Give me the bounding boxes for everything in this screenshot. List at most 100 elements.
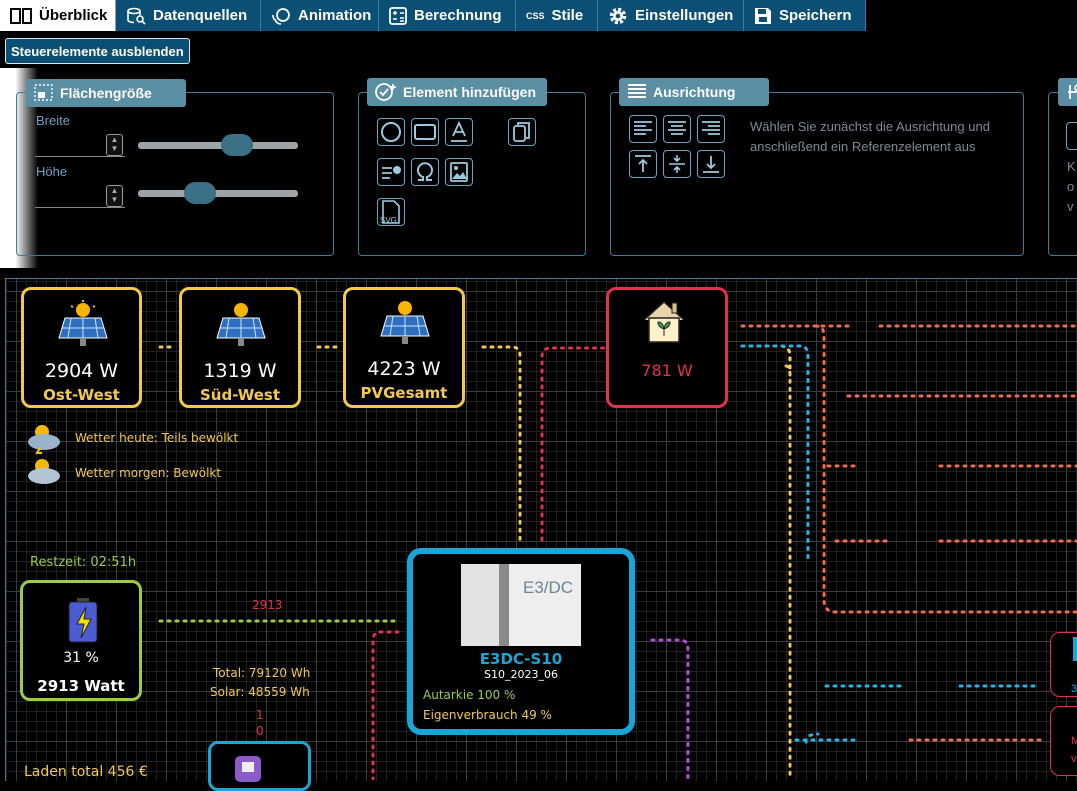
align-top-button[interactable] <box>629 150 657 178</box>
panel-title-text: Ausrichtung <box>653 84 736 100</box>
resize-icon <box>34 84 53 101</box>
height-input[interactable]: ▲ ▼ <box>35 185 125 208</box>
counter-a: 1 <box>256 708 264 722</box>
gear-icon <box>609 7 627 24</box>
total-energy: Total: 79120 Wh <box>213 666 311 680</box>
align-center-button[interactable] <box>663 115 691 143</box>
tab-label: Überblick <box>39 7 108 24</box>
toggle-controls-button[interactable]: Steuerelemente ausblenden <box>5 38 190 64</box>
align-hint: Wählen Sie zunächst die Ausrichtung und a… <box>750 117 990 157</box>
panel-title-text: Element hinzufügen <box>403 84 536 100</box>
height-slider-thumb[interactable] <box>184 182 217 204</box>
align-panel-title: Ausrichtung <box>619 78 769 106</box>
spin-arrows-icon[interactable]: ▲ ▼ <box>106 134 123 156</box>
weather-tomorrow: Wetter morgen: Bewölkt <box>75 466 222 480</box>
fourth-panel-button[interactable] <box>1066 122 1077 150</box>
tab-label: Datenquellen <box>153 7 248 24</box>
wallbox-card[interactable] <box>208 741 311 791</box>
add-rectangle-button[interactable] <box>411 118 439 146</box>
hint-char: o <box>1067 179 1075 194</box>
add-image-button[interactable] <box>445 158 473 186</box>
add-svg-button[interactable]: SVG <box>377 198 405 226</box>
add-element-title: Element hinzufügen <box>367 78 547 106</box>
right-card-1-text: 3 <box>1071 683 1077 695</box>
pv-card-ost-west[interactable]: 2904 W Ost-West <box>21 287 142 408</box>
height-label: Höhe <box>36 164 68 179</box>
css-icon: CSS <box>526 10 545 21</box>
pv-power-value: 1319 W <box>203 360 277 382</box>
device-model: S10_2023_06 <box>484 668 558 681</box>
device-card[interactable]: E3/DC E3DC-S10 S10_2023_06 Autarkie 100 … <box>407 548 635 735</box>
weather-partly-cloudy-icon <box>28 425 60 454</box>
pv-name: Süd-West <box>199 386 281 404</box>
panel-title-text: Flächengröße <box>60 85 152 101</box>
self-consumption-value: Eigenverbrauch 49 % <box>423 708 552 722</box>
tab-label: Speichern <box>779 7 852 24</box>
align-icon <box>628 84 646 98</box>
svg-label: SVG <box>380 216 397 225</box>
house-card[interactable]: 781 W <box>606 287 728 408</box>
solar-panel-icon <box>58 300 108 346</box>
tab-animation[interactable]: Animation <box>261 0 379 31</box>
house-power-value: 781 W <box>641 361 693 380</box>
counter-b: 0 <box>256 724 264 738</box>
align-right-button[interactable] <box>697 115 725 143</box>
distribute-icon <box>1068 84 1077 99</box>
solar-panel-icon <box>216 303 266 346</box>
tab-label: Stile <box>551 7 584 24</box>
add-symbol-button[interactable] <box>411 158 439 186</box>
copy-icon <box>513 122 530 142</box>
device-image: E3/DC <box>461 564 581 646</box>
pv-power-value: 2904 W <box>44 360 119 382</box>
align-bottom-button[interactable] <box>697 150 725 178</box>
tab-ueberblick[interactable]: Überblick <box>0 0 116 31</box>
align-hint-line: anschließend ein Referenzelement aus <box>750 139 976 154</box>
pv-card-gesamt[interactable]: 4223 W PVGesamt <box>343 287 465 408</box>
copy-button[interactable] <box>508 118 536 146</box>
device-logo: E3/DC <box>523 578 574 597</box>
device-name: E3DC-S10 <box>479 650 563 668</box>
columns-icon <box>10 7 32 24</box>
add-list-button[interactable] <box>377 158 405 186</box>
align-center-icon <box>668 121 686 135</box>
weather-today: Wetter heute: Teils bewölkt <box>75 431 239 445</box>
align-left-icon <box>634 121 652 135</box>
right-card-1[interactable]: 3 <box>1050 632 1077 697</box>
tab-stile[interactable]: CSS Stile <box>516 0 598 31</box>
align-hint-line: Wählen Sie zunächst die Ausrichtung und <box>750 119 990 134</box>
width-input[interactable]: ▲ ▼ <box>35 134 125 157</box>
solar-panel-icon <box>380 301 430 344</box>
align-top-icon <box>635 155 651 172</box>
width-slider[interactable] <box>138 142 298 149</box>
omega-icon <box>417 162 433 181</box>
image-icon <box>450 162 468 182</box>
width-slider-thumb[interactable] <box>221 134 254 156</box>
add-circle-button[interactable] <box>377 118 405 146</box>
width-label: Breite <box>36 113 70 128</box>
height-slider[interactable] <box>138 190 298 197</box>
tab-berechnung[interactable]: Berechnung <box>379 0 516 31</box>
pv-name: PVGesamt <box>360 384 448 402</box>
add-check-icon <box>375 83 396 101</box>
tab-label: Animation <box>298 7 372 24</box>
add-text-button[interactable] <box>445 118 473 146</box>
animation-icon <box>272 7 290 25</box>
hint-char: K <box>1067 159 1076 174</box>
align-left-button[interactable] <box>629 115 657 143</box>
list-check-icon <box>382 166 401 179</box>
autarky-value: Autarkie 100 % <box>423 688 516 702</box>
battery-watt: 2913 Watt <box>37 677 125 695</box>
battery-percent: 31 % <box>63 650 99 666</box>
spin-arrows-icon[interactable]: ▲ ▼ <box>106 185 123 207</box>
tab-speichern[interactable]: Speichern <box>744 0 866 31</box>
align-middle-button[interactable] <box>663 150 691 178</box>
charge-total: Laden total 456 € <box>24 764 148 780</box>
tab-einstellungen[interactable]: Einstellungen <box>598 0 744 31</box>
pv-name: Ost-West <box>43 386 120 404</box>
right-card-2[interactable]: M v <box>1050 706 1077 776</box>
pv-card-sued-west[interactable]: 1319 W Süd-West <box>179 287 301 408</box>
right-card-2-text: M <box>1071 735 1077 747</box>
tab-datenquellen[interactable]: Datenquellen <box>116 0 261 31</box>
tab-label: Einstellungen <box>635 7 734 24</box>
battery-card[interactable]: 31 % 2913 Watt <box>20 580 142 701</box>
